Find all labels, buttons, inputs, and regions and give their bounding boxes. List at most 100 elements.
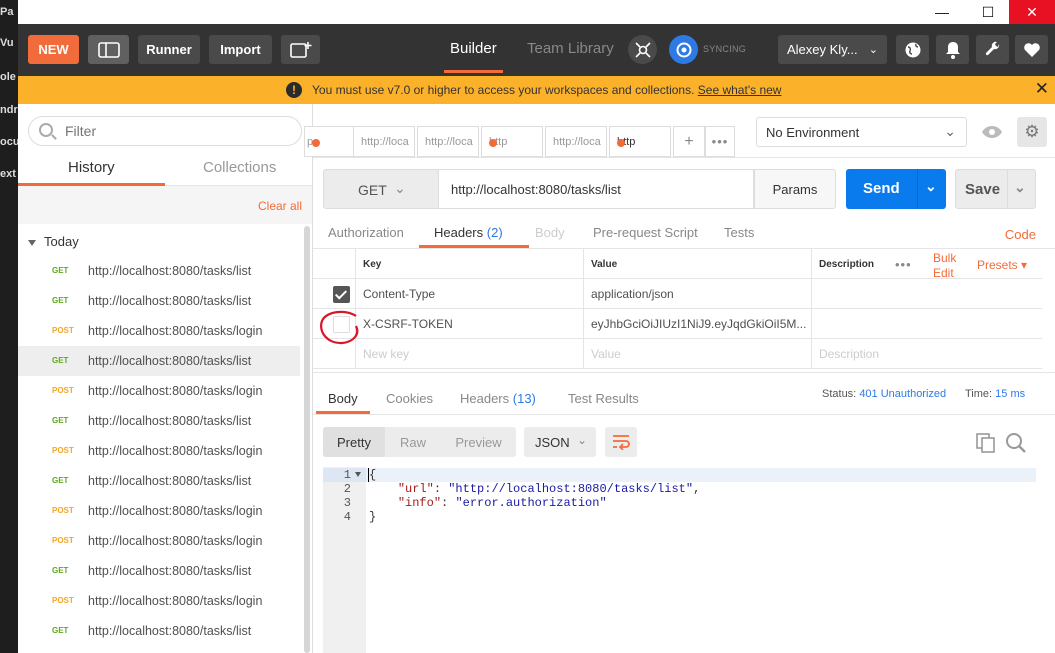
window-close-button[interactable]: ✕	[1009, 0, 1055, 24]
format-value: JSON	[535, 435, 570, 450]
heart-button[interactable]	[1015, 35, 1048, 64]
banner-close-icon[interactable]: ✕	[1035, 79, 1049, 99]
see-whats-new-link[interactable]: See what's new	[698, 83, 782, 97]
history-item[interactable]: POST http://localhost:8080/tasks/login	[18, 316, 300, 346]
history-item[interactable]: GET http://localhost:8080/tasks/list	[18, 406, 300, 436]
unsaved-dot-icon	[489, 139, 497, 147]
response-tab-headers[interactable]: Headers (13)	[460, 391, 536, 406]
view-raw-button[interactable]: Raw	[385, 427, 441, 457]
history-item[interactable]: GET http://localhost:8080/tasks/list	[18, 346, 300, 376]
history-item[interactable]: POST http://localhost:8080/tasks/login	[18, 586, 300, 616]
response-status: Status: 401 Unauthorized	[822, 388, 946, 400]
tab-builder[interactable]: Builder	[444, 40, 503, 73]
header-description[interactable]	[811, 279, 1042, 309]
tab-headers[interactable]: Headers (2)	[434, 225, 503, 240]
header-value[interactable]: application/json	[583, 279, 812, 309]
request-tab[interactable]: http://loca	[353, 126, 415, 157]
new-button[interactable]: NEW	[28, 35, 79, 64]
method-select[interactable]: GET ⌄	[323, 169, 439, 209]
bulk-edit-link[interactable]: Bulk Edit	[933, 251, 956, 281]
environment-quick-look-button[interactable]	[977, 118, 1007, 146]
user-name: Alexey Kly...	[787, 42, 858, 57]
tab-authorization[interactable]: Authorization	[328, 225, 404, 240]
maximize-button[interactable]: ☐	[965, 0, 1011, 24]
globe-button[interactable]	[896, 35, 929, 64]
view-pretty-button[interactable]: Pretty	[323, 427, 385, 457]
tab-history[interactable]: History	[68, 159, 115, 176]
toggle-sidebar-button[interactable]	[88, 35, 129, 64]
time-value[interactable]: 15 ms	[995, 388, 1025, 400]
header-key[interactable]: Content-Type	[355, 279, 584, 309]
filter-input[interactable]	[65, 123, 285, 139]
history-item[interactable]: GET http://localhost:8080/tasks/list	[18, 286, 300, 316]
history-group-today[interactable]: Today	[28, 234, 79, 249]
response-body-editor[interactable]: 1 2 3 4 { "url": "http://localhost:8080/…	[323, 467, 1036, 653]
history-item[interactable]: GET http://localhost:8080/tasks/list	[18, 466, 300, 496]
send-button[interactable]: Send ⌄	[846, 169, 946, 209]
request-tab[interactable]: http://loca	[545, 126, 607, 157]
runner-button[interactable]: Runner	[138, 35, 200, 64]
new-key-input[interactable]: New key	[355, 339, 584, 369]
sidebar-scrollbar[interactable]	[304, 226, 310, 653]
search-icon[interactable]	[1004, 431, 1028, 455]
tab-body[interactable]: Body	[535, 225, 565, 240]
history-item[interactable]: GET http://localhost:8080/tasks/list	[18, 556, 300, 586]
history-item[interactable]: GET http://localhost:8080/tasks/list	[18, 616, 300, 646]
send-options-chevron-icon[interactable]: ⌄	[925, 178, 937, 195]
tab-tests[interactable]: Tests	[724, 225, 754, 240]
response-tab-cookies[interactable]: Cookies	[386, 391, 433, 406]
sidebar: History Collections Clear all Today GET h…	[18, 104, 313, 653]
history-item[interactable]: POST http://localhost:8080/tasks/login	[18, 376, 300, 406]
more-tabs-button[interactable]: •••	[705, 126, 735, 157]
new-window-button[interactable]	[281, 35, 320, 64]
fold-toggle-icon[interactable]	[355, 472, 361, 477]
response-tab-body[interactable]: Body	[328, 391, 358, 406]
request-tab[interactable]: http	[609, 126, 671, 157]
presets-dropdown[interactable]: Presets ▾	[977, 258, 1027, 272]
save-button[interactable]: Save ⌄	[955, 169, 1036, 209]
code-link[interactable]: Code	[1005, 227, 1036, 242]
minimize-button[interactable]: —	[919, 0, 965, 24]
history-item[interactable]: GET http://localhost:8080/tasks/list	[18, 256, 300, 286]
table-row-new: New key Value Description	[313, 339, 1042, 369]
user-menu[interactable]: Alexey Kly... ⌄	[778, 35, 887, 64]
environment-select[interactable]: No Environment ⌄	[756, 117, 967, 147]
new-tab-button[interactable]: +	[673, 126, 705, 157]
sync-button[interactable]	[669, 35, 698, 64]
tab-team-library[interactable]: Team Library	[527, 40, 614, 57]
tab-pre-request-script[interactable]: Pre-request Script	[593, 225, 698, 240]
interceptor-button[interactable]	[628, 35, 657, 64]
warning-icon: !	[286, 82, 302, 98]
view-preview-button[interactable]: Preview	[441, 427, 516, 457]
tab-collections[interactable]: Collections	[203, 159, 276, 176]
json-string: "error.authorization"	[455, 496, 607, 510]
environment-value: No Environment	[766, 125, 860, 140]
new-description-input[interactable]: Description	[811, 339, 1042, 369]
request-tab[interactable]: http://loca	[417, 126, 479, 157]
header-enabled-checkbox[interactable]	[333, 286, 350, 303]
request-tab[interactable]: http	[481, 126, 543, 157]
params-button[interactable]: Params	[754, 169, 836, 209]
clear-all-link[interactable]: Clear all	[258, 199, 302, 213]
filter-box[interactable]	[28, 116, 302, 146]
url-input[interactable]: http://localhost:8080/tasks/list	[438, 169, 754, 209]
settings-button[interactable]	[976, 35, 1009, 64]
new-value-input[interactable]: Value	[583, 339, 812, 369]
save-options-chevron-icon[interactable]: ⌄	[1014, 179, 1026, 196]
status-value[interactable]: 401 Unauthorized	[859, 388, 946, 400]
copy-icon[interactable]	[974, 431, 998, 455]
history-item[interactable]: POST http://localhost:8080/tasks/login	[18, 496, 300, 526]
manage-environments-button[interactable]: ⚙	[1017, 117, 1047, 147]
history-item[interactable]: POST http://localhost:8080/tasks/login	[18, 436, 300, 466]
main-panel: p http://loca http://loca http http://loca ht…	[304, 104, 1055, 653]
notifications-button[interactable]	[936, 35, 969, 64]
wrap-lines-button[interactable]	[605, 427, 637, 457]
header-description[interactable]	[811, 309, 1042, 339]
response-tab-test-results[interactable]: Test Results	[568, 391, 639, 406]
format-select[interactable]: JSON ⌄	[524, 427, 596, 457]
header-value[interactable]: eyJhbGciOiJIUzI1NiJ9.eyJqdGkiOiI5M...	[583, 309, 812, 339]
header-key[interactable]: X-CSRF-TOKEN	[355, 309, 584, 339]
more-options-icon[interactable]: •••	[895, 257, 912, 272]
history-item[interactable]: POST http://localhost:8080/tasks/login	[18, 526, 300, 556]
import-button[interactable]: Import	[209, 35, 272, 64]
